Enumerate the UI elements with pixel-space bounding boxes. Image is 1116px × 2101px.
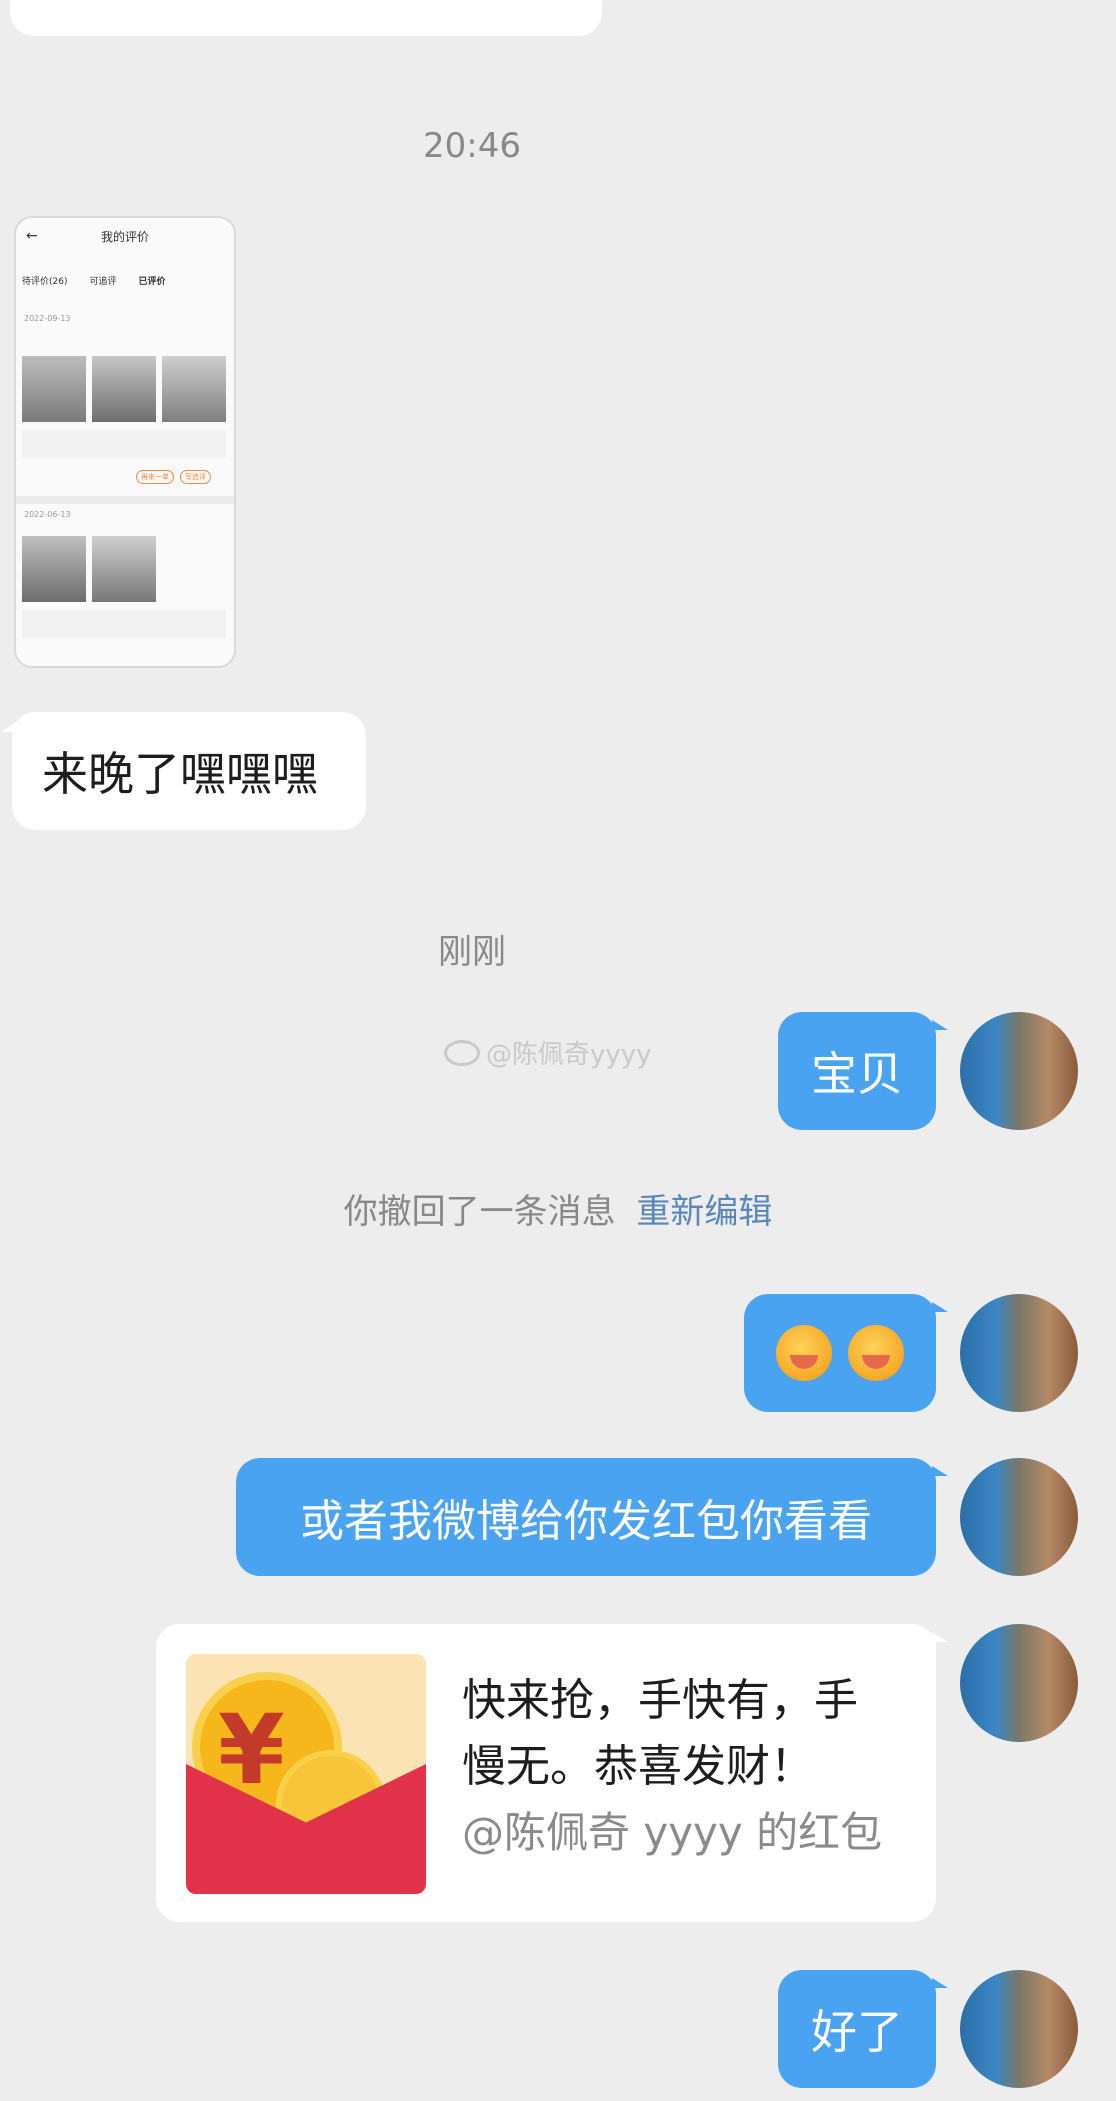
thumb-photo	[22, 536, 86, 602]
avatar[interactable]	[960, 1012, 1078, 1130]
thumb-date: 2022-09-13	[24, 314, 71, 323]
thumb-date: 2022-06-13	[24, 510, 71, 519]
timestamp: 刚刚	[438, 932, 506, 972]
thumb-button: 再来一单	[136, 470, 174, 484]
thumb-button: 写追评	[180, 470, 211, 484]
outgoing-message-text: 好了	[811, 2005, 903, 2059]
thumb-tab: 待评价(26)	[22, 277, 68, 287]
incoming-message-bubble[interactable]: 来晚了嘿嘿嘿	[2, 712, 366, 830]
red-packet-sender: @陈佩奇 yyyy 的红包	[462, 1808, 883, 1857]
avatar[interactable]	[960, 1970, 1078, 2088]
red-packet-card[interactable]: ¥ 快来抢，手快有，手 慢无。恭喜发财！ @陈佩奇 yyyy 的红包	[156, 1624, 948, 1922]
avatar[interactable]	[960, 1458, 1078, 1576]
thumb-product-row	[22, 430, 226, 458]
thumb-photo	[92, 536, 156, 602]
partial-incoming-bubble	[10, 0, 602, 36]
weibo-watermark: @陈佩奇yyyy	[444, 1034, 652, 1071]
weibo-logo-icon	[444, 1039, 480, 1066]
thumb-photo	[92, 356, 156, 422]
hand-over-mouth-emoji-icon	[776, 1325, 832, 1381]
thumb-tab: 可追评	[89, 277, 117, 287]
outgoing-message-bubble[interactable]: 好了	[778, 1970, 948, 2088]
thumb-title: 我的评价	[100, 230, 149, 244]
avatar[interactable]	[960, 1624, 1078, 1742]
timestamp: 20:46	[423, 126, 521, 166]
avatar[interactable]	[960, 1294, 1078, 1412]
outgoing-message-text: 或者我微博给你发红包你看看	[300, 1496, 872, 1547]
incoming-message-text: 来晚了嘿嘿嘿	[42, 747, 318, 801]
outgoing-message-bubble[interactable]: 宝贝	[778, 1012, 948, 1130]
thumb-photo	[22, 356, 86, 422]
thumb-photo	[162, 356, 226, 422]
outgoing-message-text: 宝贝	[811, 1047, 903, 1101]
hand-over-mouth-emoji-icon	[848, 1325, 904, 1381]
red-packet-icon: ¥	[186, 1654, 426, 1894]
red-packet-message-line: 快来抢，手快有，手	[462, 1675, 858, 1726]
thumb-product-row	[22, 610, 226, 638]
red-packet-message-line: 慢无。恭喜发财！	[462, 1741, 814, 1792]
image-message-thumbnail[interactable]: ← 我的评价 待评价(26) 可追评 已评价 2022-09-13 再来一单 写…	[14, 216, 236, 668]
thumb-tab: 已评价	[138, 277, 166, 287]
outgoing-message-bubble[interactable]: 或者我微博给你发红包你看看	[236, 1458, 948, 1576]
re-edit-link[interactable]: 重新编辑	[636, 1192, 772, 1232]
outgoing-emoji-bubble[interactable]	[744, 1294, 948, 1412]
recall-notice-text: 你撤回了一条消息	[343, 1192, 616, 1232]
recall-notice: 你撤回了一条消息 重新编辑	[0, 1184, 1116, 1233]
